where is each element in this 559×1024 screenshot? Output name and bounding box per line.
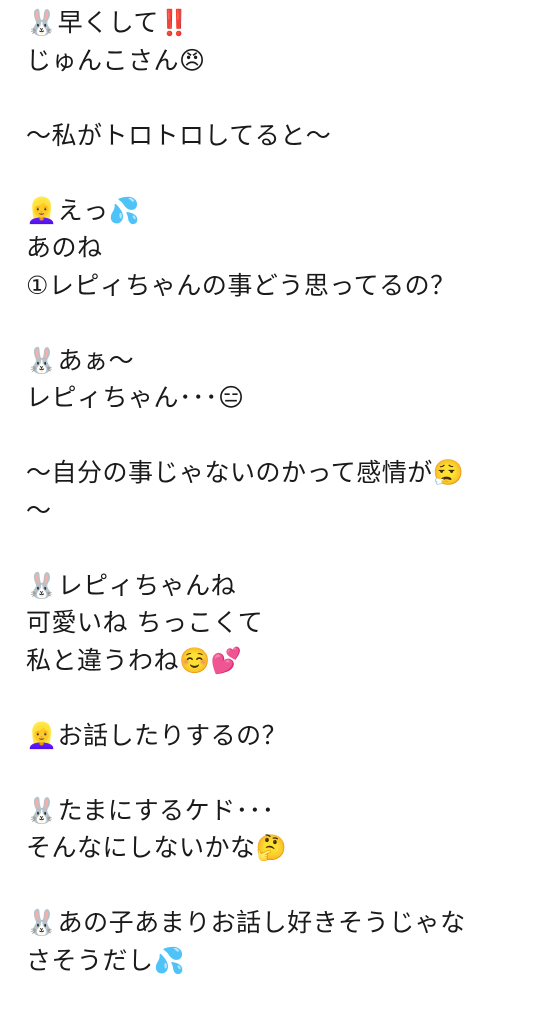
text-line: レピィちゃん･･･😑 bbox=[26, 383, 245, 412]
text-line: そんなにしないかな🤔 bbox=[26, 833, 288, 862]
text-line: 🐰あの子あまりお話し好きそうじゃな bbox=[26, 908, 466, 937]
text-line: 🐰早くして‼️ bbox=[26, 8, 191, 37]
text-line: あのね bbox=[26, 233, 103, 262]
text-line: 🐰あぁ〜 bbox=[26, 345, 135, 375]
text-line: ①レピィちゃんの事どう思ってるの？ bbox=[26, 270, 456, 300]
text-line: 可愛いね ちっこくて bbox=[26, 608, 264, 637]
text-line: 〜 bbox=[26, 495, 52, 525]
text-line: 〜自分の事じゃないのかって感情が😮‍💨 bbox=[26, 458, 465, 487]
text-line: 🐰たまにするケド･･･ bbox=[26, 795, 275, 825]
blog-text: 🐰早くして‼️ じゅんこさん😠 〜私がトロトロしてると〜 👱‍♀️えっ💦 あのね… bbox=[26, 4, 546, 979]
text-line: さそうだし💦 bbox=[26, 945, 186, 975]
text-line: 👱‍♀️お話したりするの？ bbox=[26, 720, 288, 750]
text-line: 🐰レピィちゃんね bbox=[26, 570, 237, 600]
text-line: 〜私がトロトロしてると〜 bbox=[26, 120, 332, 150]
text-line: じゅんこさん😠 bbox=[26, 45, 206, 75]
text-line: 私と違うわね☺️💕 bbox=[26, 645, 243, 675]
text-line: 👱‍♀️えっ💦 bbox=[26, 195, 141, 225]
